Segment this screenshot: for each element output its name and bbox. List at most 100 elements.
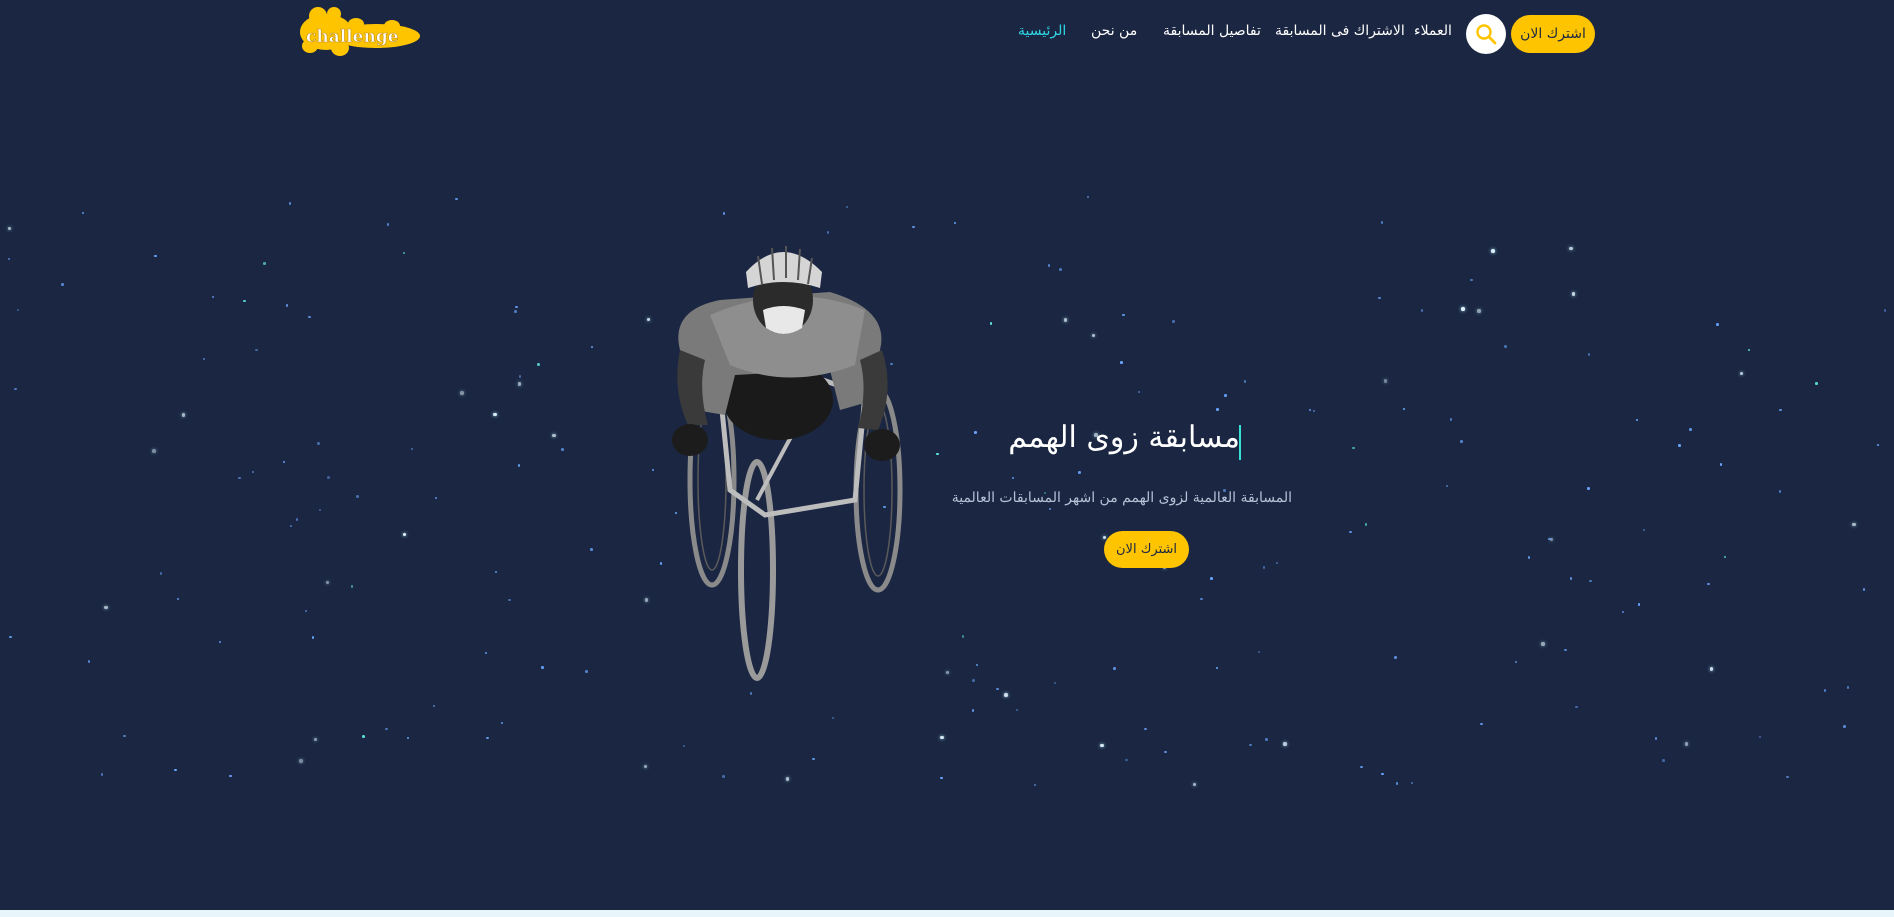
star-dot (1719, 463, 1723, 466)
star-dot (295, 518, 299, 521)
star-dot (1011, 476, 1015, 480)
star-dot (104, 605, 108, 610)
site-header: challenge الرئيسية من نحن تفاصيل المسابق… (0, 0, 1894, 68)
star-dot (996, 687, 999, 691)
star-dot (1758, 735, 1762, 739)
star-dot (1394, 656, 1397, 659)
star-dot (1364, 523, 1368, 526)
star-dot (722, 775, 725, 778)
star-dot (176, 597, 180, 601)
star-dot (1642, 528, 1646, 532)
star-dot (1689, 428, 1692, 431)
star-dot (1257, 650, 1261, 654)
star-dot (1449, 418, 1453, 421)
star-dot (1216, 408, 1219, 411)
logo-text: challenge (306, 27, 399, 47)
star-dot (1063, 318, 1068, 322)
star-dot (1378, 296, 1381, 300)
star-dot (1778, 490, 1782, 493)
star-dot (1876, 443, 1880, 447)
star-dot (975, 663, 979, 667)
star-dot (500, 721, 504, 725)
star-dot (1527, 556, 1531, 559)
star-dot (123, 734, 126, 738)
star-dot (1514, 660, 1518, 664)
star-dot (1477, 309, 1481, 313)
star-dot (971, 709, 975, 712)
star-dot (1420, 309, 1424, 312)
star-dot (644, 598, 649, 602)
star-dot (1381, 772, 1384, 776)
star-dot (61, 283, 64, 286)
star-dot (100, 773, 104, 776)
star-dot (211, 295, 215, 299)
star-dot (1120, 361, 1123, 364)
star-dot (1575, 705, 1578, 708)
star-dot (961, 635, 965, 638)
star-dot (682, 744, 686, 748)
challenge-logo[interactable]: challenge (296, 6, 422, 60)
starfield-background (0, 0, 1894, 910)
star-dot (152, 449, 156, 453)
star-dot (1470, 278, 1473, 282)
star-dot (486, 736, 489, 740)
star-dot (432, 704, 436, 708)
star-dot (953, 221, 957, 225)
star-dot (722, 212, 726, 215)
star-dot (362, 735, 365, 738)
star-dot (515, 305, 518, 309)
star-dot (972, 679, 975, 682)
star-dot (1053, 681, 1057, 684)
star-dot (202, 357, 206, 361)
star-dot (1047, 264, 1051, 267)
star-dot (313, 737, 318, 742)
star-dot (1262, 566, 1266, 569)
star-dot (1684, 742, 1689, 746)
star-dot (1215, 666, 1219, 670)
star-dot (1843, 725, 1846, 728)
star-dot (826, 231, 830, 234)
star-dot (514, 310, 517, 313)
nav-item-subscribe[interactable]: الاشتراك فى المسابقة (1275, 23, 1405, 39)
star-dot (299, 759, 303, 763)
star-dot (1541, 642, 1545, 646)
star-dot (243, 299, 246, 303)
star-dot (1113, 667, 1116, 670)
star-dot (311, 636, 315, 639)
star-dot (831, 716, 835, 720)
star-dot (7, 226, 12, 231)
star-dot (1747, 348, 1751, 352)
star-dot (1460, 440, 1463, 443)
star-dot (251, 470, 255, 474)
star-dot (1716, 323, 1719, 326)
nav-item-competition-details[interactable]: تفاصيل المسابقة (1163, 23, 1261, 39)
star-dot (1587, 487, 1590, 490)
star-dot (912, 225, 915, 229)
star-dot (1122, 313, 1125, 317)
star-dot (945, 670, 950, 675)
star-dot (317, 442, 320, 445)
star-dot (1360, 765, 1363, 768)
star-dot (845, 205, 849, 209)
star-dot (1504, 345, 1507, 348)
star-dot (1410, 781, 1414, 785)
star-dot (1846, 686, 1850, 689)
star-dot (1172, 320, 1175, 323)
star-dot (812, 757, 815, 761)
nav-item-home[interactable]: الرئيسية (1018, 23, 1066, 39)
star-dot (1589, 579, 1592, 583)
star-dot (484, 651, 488, 655)
header-subscribe-button[interactable]: اشترك الان (1511, 15, 1595, 53)
star-dot (282, 460, 286, 464)
star-dot (1823, 689, 1827, 692)
nav-item-clients[interactable]: العملاء (1414, 23, 1452, 39)
star-dot (989, 322, 992, 325)
hero-subscribe-button[interactable]: اشترك الان (1104, 531, 1189, 568)
star-dot (541, 666, 544, 669)
nav-item-about[interactable]: من نحن (1091, 23, 1137, 39)
search-icon (1476, 24, 1497, 45)
search-button[interactable] (1466, 14, 1506, 54)
star-dot (1283, 742, 1287, 746)
star-dot (585, 670, 588, 673)
star-dot (455, 197, 458, 201)
